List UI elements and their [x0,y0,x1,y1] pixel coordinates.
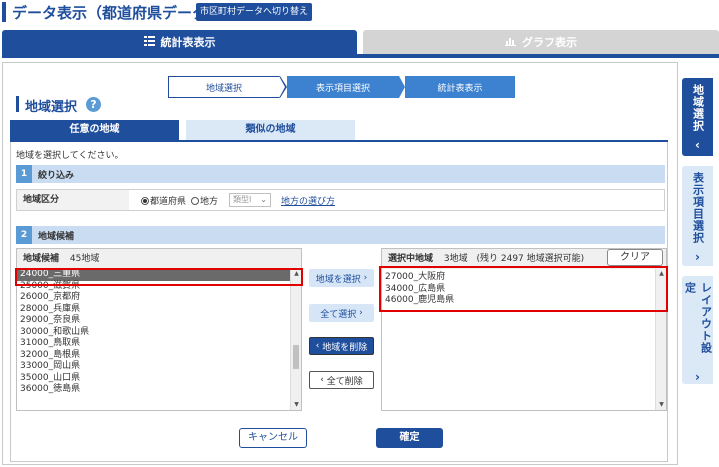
tab-statistics-table-label: 統計表表示 [160,36,216,49]
remove-region-label: 地域を削除 [322,342,368,353]
candidate-list-item[interactable]: 28000_兵庫県 [17,304,301,316]
tab-graph[interactable]: グラフ表示 [363,30,719,54]
scroll-down-icon[interactable]: ▼ [656,400,667,410]
subtab-any-region[interactable]: 任意の地域 [10,120,179,140]
candidate-list-item[interactable]: 36000_徳島県 [17,384,301,396]
scroll-thumb[interactable] [293,345,299,369]
candidate-list-item[interactable]: 29000_奈良県 [17,315,301,327]
candidate-list-item[interactable]: 35000_山口県 [17,373,301,385]
candidates-section-title: 地域候補 [38,231,75,242]
chevron-down-icon: ⌄ [260,195,267,204]
radio-prefecture-label: 都道府県 [150,197,187,207]
filter-section-title: 絞り込み [38,170,75,181]
chevron-left-icon: ‹ [695,138,700,152]
radio-prefecture[interactable]: 都道府県 [141,194,186,207]
cancel-button[interactable]: キャンセル [239,428,307,448]
region-type-label: 地域区分 [17,190,129,210]
chevron-left-icon: ‹ [315,341,320,351]
remove-all-label: 全て削除 [326,376,363,387]
chevron-right-icon: › [363,273,368,283]
step-arrow-inner [279,76,285,98]
chevron-right-icon: › [695,250,700,264]
section-accent-bar [16,96,19,112]
section-number: 2 [16,226,32,244]
clear-button[interactable]: クリア [607,249,663,266]
candidate-count: 45地域 [69,254,100,264]
select-region-label: 地域を選択 [315,274,361,285]
select-all-label: 全て選択 [320,309,357,320]
radio-checked-icon [141,197,149,205]
selected-remaining: (残り 2497 地域選択可能) [476,254,585,264]
section-title: 地域選択 [25,100,78,115]
selected-count: 3地域 [443,254,468,264]
chevron-left-icon: ‹ [320,375,324,385]
tab-graph-label: グラフ表示 [522,36,577,49]
chevron-right-icon: › [359,308,363,318]
table-icon [143,35,155,49]
remove-all-button[interactable]: ‹ 全て削除 [309,371,374,389]
radio-region-label: 地方 [200,197,219,207]
candidate-list-item[interactable]: 26000_京都府 [17,292,301,304]
remove-region-button[interactable]: ‹ 地域を削除 [309,337,374,355]
candidate-list-item[interactable]: 31000_鳥取県 [17,338,301,350]
side-tab-layout[interactable]: レイアウト設定 › [682,276,713,384]
highlight-box-candidate [15,268,303,286]
confirm-button[interactable]: 確定 [376,428,443,448]
candidates-section-header: 2 地域候補 [16,226,665,244]
filter-section-header: 1 絞り込み [16,165,665,183]
section-number: 1 [16,165,32,183]
select-region-button[interactable]: 地域を選択 › [309,269,374,287]
side-tab-items-label: 表示項目選択 [691,172,705,244]
candidate-list-title: 地域候補 [23,254,60,264]
page-title: データ表示（都道府県データ） [12,4,223,22]
bar-chart-icon [505,36,516,49]
highlight-box-selected [379,266,668,312]
candidate-list-item[interactable]: 33000_岡山県 [17,361,301,373]
question-icon[interactable]: ? [86,97,101,112]
candidate-list[interactable]: 24000_三重県 25000_滋賀県 26000_京都府 28000_兵庫県 2900… [17,269,301,410]
side-tab-region-label: 地域選択 [691,84,705,132]
side-tab-region-select[interactable]: 地域選択 ‹ [682,78,713,156]
title-accent-bar [2,2,6,22]
tab-underline [2,54,719,58]
switch-municipality-button[interactable]: 市区町村データへ切り替え [196,3,313,21]
selected-list-title: 選択中地域 [388,254,434,264]
type-select-value: 類型Ⅰ [233,195,252,204]
side-tab-layout-label: レイアウト設定 [683,282,713,354]
chevron-right-icon: › [695,370,700,384]
tab-statistics-table[interactable]: 統計表表示 [2,30,357,54]
step-region-select: 地域選択 [168,76,280,98]
radio-region[interactable]: 地方 [191,194,218,207]
candidate-list-item[interactable]: 30000_和歌山県 [17,327,301,339]
region-guide-link[interactable]: 地方の選び方 [281,194,335,207]
filter-row: 地域区分 都道府県 地方 類型Ⅰ ⌄ 地方の選び方 [16,189,665,211]
step-item-select: 表示項目選択 [287,76,399,98]
subtab-similar-region[interactable]: 類似の地域 [186,120,355,140]
select-all-button[interactable]: 全て選択 › [309,304,374,322]
candidate-list-item[interactable]: 32000_島根県 [17,350,301,362]
instruction-text: 地域を選択してください。 [16,151,124,161]
step-table-display: 統計表表示 [405,76,515,98]
candidate-list-header: 地域候補 45地域 [17,249,301,269]
scroll-down-icon[interactable]: ▼ [291,400,302,410]
side-tab-item-select[interactable]: 表示項目選択 › [682,166,713,266]
type-select[interactable]: 類型Ⅰ ⌄ [229,193,271,207]
radio-unchecked-icon [191,197,199,205]
candidate-scrollbar[interactable]: ▲ ▼ [290,269,301,410]
